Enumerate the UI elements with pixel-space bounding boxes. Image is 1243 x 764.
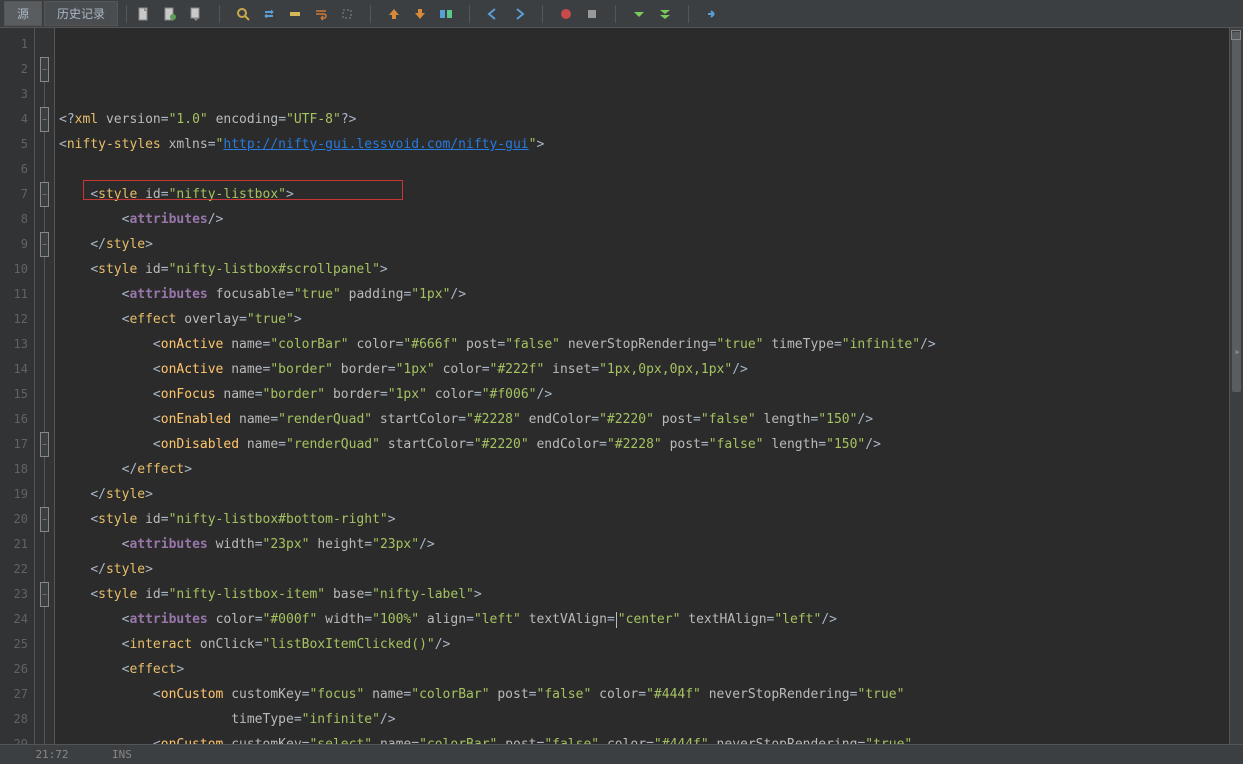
code-line[interactable]: <effect overlay="true"> (59, 307, 1243, 332)
record-icon[interactable] (557, 5, 575, 23)
doc-icon[interactable] (135, 5, 153, 23)
code-line[interactable]: <style id="nifty-listbox"> (59, 182, 1243, 207)
fold-toggle[interactable]: − (40, 507, 49, 532)
diff-icon[interactable] (437, 5, 455, 23)
cursor-position: 21:72 (12, 748, 92, 761)
code-line[interactable]: </style> (59, 557, 1243, 582)
down-double-green-icon[interactable] (656, 5, 674, 23)
down-green-icon[interactable] (630, 5, 648, 23)
fold-toggle[interactable]: − (40, 232, 49, 257)
fold-toggle[interactable]: − (40, 582, 49, 607)
toolbar: 源 历史记录 (0, 0, 1243, 28)
code-line[interactable]: <attributes color="#000f" width="100%" a… (59, 607, 1243, 632)
code-line[interactable]: <onCustom customKey="select" name="color… (59, 732, 1243, 744)
code-line[interactable]: <style id="nifty-listbox#scrollpanel"> (59, 257, 1243, 282)
fold-column[interactable]: − − − − − − − (35, 28, 55, 744)
doc-refresh-icon[interactable] (161, 5, 179, 23)
up-orange-icon[interactable] (385, 5, 403, 23)
replace-icon[interactable] (260, 5, 278, 23)
fold-toggle[interactable]: − (40, 182, 49, 207)
code-line[interactable]: <onEnabled name="renderQuad" startColor=… (59, 407, 1243, 432)
code-line[interactable]: <onCustom customKey="focus" name="colorB… (59, 682, 1243, 707)
code-line[interactable]: <nifty-styles xmlns="http://nifty-gui.le… (59, 132, 1243, 157)
marker-icon[interactable]: ▸ (1234, 345, 1241, 358)
code-line[interactable]: <interact onClick="listBoxItemClicked()"… (59, 632, 1243, 657)
minimize-icon[interactable] (1231, 30, 1241, 40)
find-icon[interactable] (234, 5, 252, 23)
status-bar: 21:72 INS (0, 744, 1243, 764)
code-line[interactable]: <attributes/> (59, 207, 1243, 232)
code-line[interactable]: <onActive name="colorBar" color="#666f" … (59, 332, 1243, 357)
doc-down-icon[interactable] (187, 5, 205, 23)
code-line[interactable]: timeType="infinite"/> (59, 707, 1243, 732)
forward-icon[interactable] (510, 5, 528, 23)
tab-source[interactable]: 源 (4, 1, 42, 26)
wrap-icon[interactable] (312, 5, 330, 23)
vertical-scrollbar[interactable] (1229, 28, 1243, 744)
code-line[interactable]: <onFocus name="border" border="1px" colo… (59, 382, 1243, 407)
code-area[interactable]: <?xml version="1.0" encoding="UTF-8"?><n… (55, 28, 1243, 744)
code-editor[interactable]: 1234567891011121314151617181920212223242… (0, 28, 1243, 744)
marker-icon[interactable] (338, 5, 356, 23)
fold-toggle[interactable]: − (40, 107, 49, 132)
fold-toggle[interactable]: − (40, 432, 49, 457)
scrollbar-thumb[interactable] (1232, 32, 1241, 392)
code-line[interactable]: </style> (59, 482, 1243, 507)
code-line[interactable]: </style> (59, 232, 1243, 257)
fold-toggle[interactable]: − (40, 57, 49, 82)
code-line[interactable] (59, 157, 1243, 182)
code-line[interactable]: <onDisabled name="renderQuad" startColor… (59, 432, 1243, 457)
code-line[interactable]: <style id="nifty-listbox#bottom-right"> (59, 507, 1243, 532)
code-line[interactable]: <style id="nifty-listbox-item" base="nif… (59, 582, 1243, 607)
stop-icon[interactable] (583, 5, 601, 23)
highlight-icon[interactable] (286, 5, 304, 23)
code-line[interactable]: <attributes focusable="true" padding="1p… (59, 282, 1243, 307)
back-icon[interactable] (484, 5, 502, 23)
line-number-gutter: 1234567891011121314151617181920212223242… (0, 28, 35, 744)
code-line[interactable]: <?xml version="1.0" encoding="UTF-8"?> (59, 107, 1243, 132)
code-line[interactable]: <attributes width="23px" height="23px"/> (59, 532, 1243, 557)
down-orange-icon[interactable] (411, 5, 429, 23)
tab-history[interactable]: 历史记录 (44, 1, 118, 26)
insert-mode: INS (112, 748, 132, 761)
code-line[interactable]: </effect> (59, 457, 1243, 482)
code-line[interactable]: <onActive name="border" border="1px" col… (59, 357, 1243, 382)
run-blue-icon[interactable] (703, 5, 721, 23)
code-line[interactable]: <effect> (59, 657, 1243, 682)
